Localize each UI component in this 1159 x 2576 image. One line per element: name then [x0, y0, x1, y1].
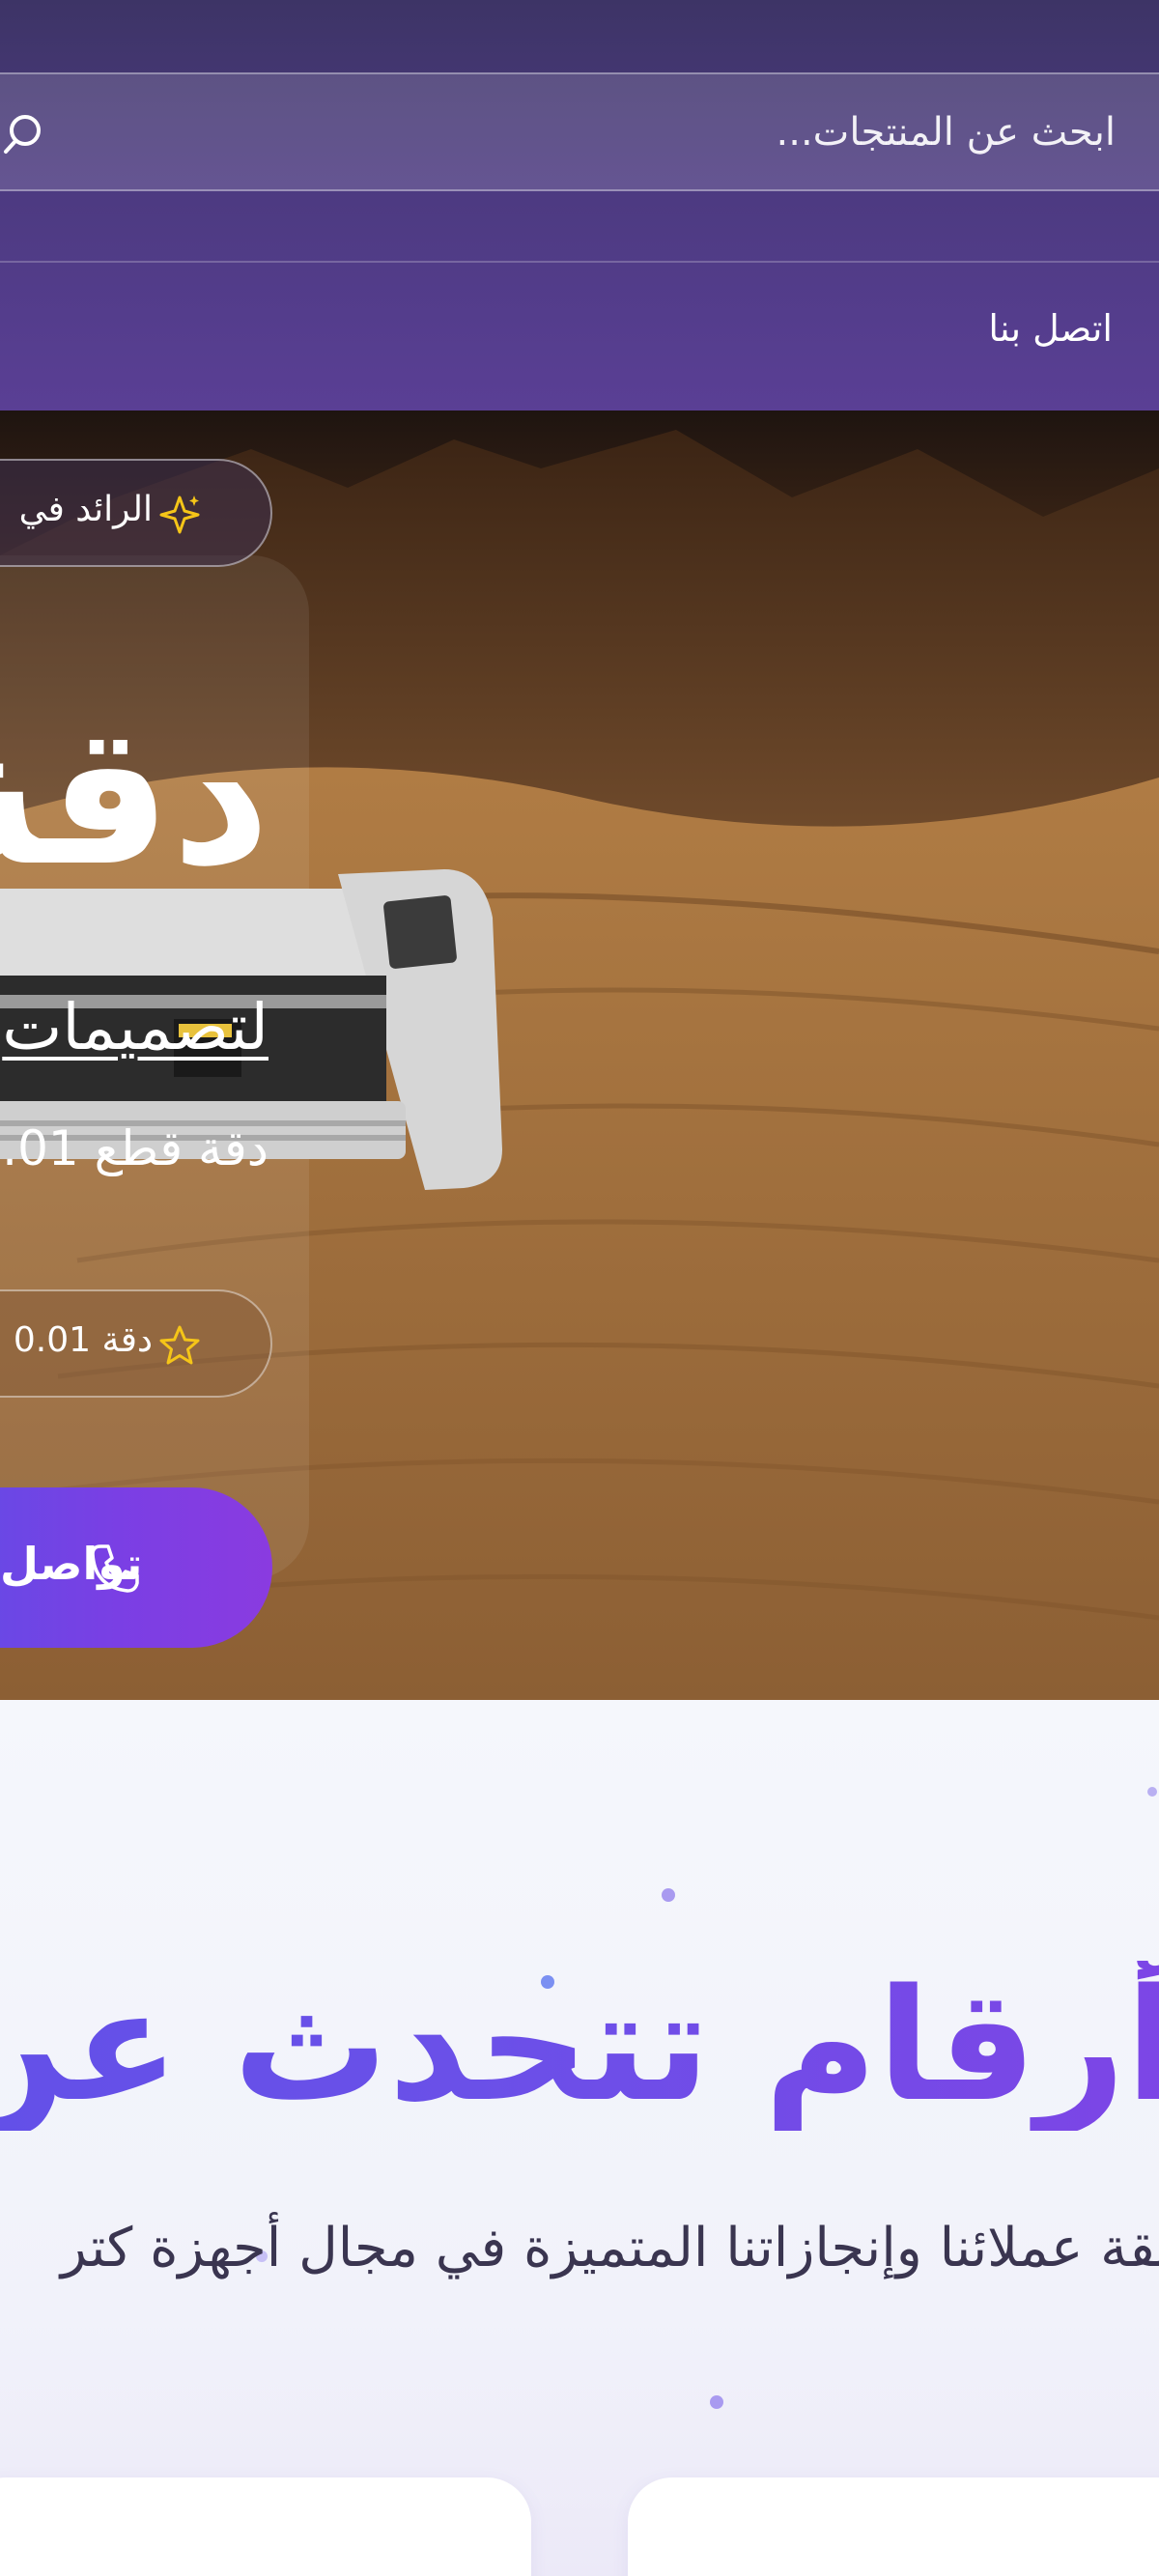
- hero-subtitle: لتصميمات: [2, 990, 269, 1064]
- star-icon: [159, 1325, 200, 1365]
- stat-card: [628, 2477, 1159, 2576]
- stats-description: بثقة عملائنا وإنجازاتنا المتميزة في مجال…: [60, 2217, 1159, 2279]
- hero-spec-text: دقة قطع 0.01: [0, 1120, 269, 1176]
- decor-dot: [710, 2395, 723, 2409]
- nav-contact-link[interactable]: اتصل بنا: [988, 307, 1113, 350]
- hero-section: الرائد في دقة لتصميمات دقة قطع 0.01 دقة …: [0, 410, 1159, 1700]
- sparkles-icon: [159, 495, 200, 534]
- contact-cta-label: تواصل: [0, 1538, 143, 1590]
- menu-divider: [0, 261, 1159, 263]
- decor-dot: [662, 1888, 675, 1902]
- site-header: اتصل بنا: [0, 0, 1159, 410]
- search-bar: [0, 72, 1159, 191]
- hero-precision-badge-text: دقة 0.01: [13, 1320, 153, 1360]
- hero-top-badge-text: الرائد في: [18, 490, 153, 529]
- search-icon[interactable]: [0, 111, 46, 157]
- decor-dot: [1147, 1787, 1157, 1797]
- search-input[interactable]: [68, 74, 1116, 189]
- hero-top-badge: الرائد في: [0, 459, 272, 567]
- hero-precision-badge: دقة 0.01: [0, 1289, 272, 1398]
- contact-cta-button[interactable]: تواصل: [0, 1487, 272, 1648]
- stats-section: أرقام تتحدث عن نفسها بثقة عملائنا وإنجاز…: [0, 1700, 1159, 2576]
- stats-heading: أرقام تتحدث عن نفسها: [0, 1961, 1159, 2131]
- stat-card: [0, 2477, 531, 2576]
